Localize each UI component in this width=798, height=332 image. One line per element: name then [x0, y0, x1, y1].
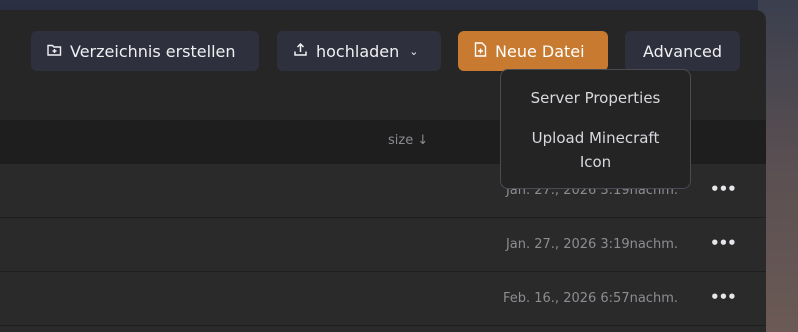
new-file-label: Neue Datei: [495, 41, 585, 61]
create-directory-button[interactable]: Verzeichnis erstellen: [31, 31, 259, 71]
advanced-label: Advanced: [642, 41, 723, 61]
menu-item-server-properties[interactable]: Server Properties: [501, 86, 690, 110]
upload-button[interactable]: hochladen ⌄: [277, 31, 441, 71]
file-manager-panel: size ↓ Jan. 27., 2026 3:19nachm. ••• Jan…: [0, 10, 766, 332]
table-row[interactable]: Feb. 16., 2026 6:57nachm. •••: [0, 272, 766, 326]
upload-label: hochladen: [316, 41, 400, 61]
row-menu-button[interactable]: •••: [710, 236, 737, 251]
upload-icon: [293, 42, 308, 61]
advanced-button[interactable]: Advanced: [625, 31, 740, 71]
create-directory-label: Verzeichnis erstellen: [70, 41, 236, 61]
row-menu-button[interactable]: •••: [710, 182, 737, 197]
table-row[interactable]: Jan. 27., 2026 3:19nachm. •••: [0, 218, 766, 272]
new-file-dropdown: Server Properties Upload Minecraft Icon: [500, 69, 691, 189]
file-plus-icon: [474, 41, 487, 61]
row-menu-button[interactable]: •••: [710, 290, 737, 305]
column-header-size[interactable]: size ↓: [388, 133, 428, 148]
row-date: Feb. 16., 2026 6:57nachm.: [502, 291, 678, 306]
table-row[interactable]: [0, 326, 766, 332]
menu-item-upload-minecraft-icon[interactable]: Upload Minecraft Icon: [501, 126, 690, 174]
new-file-button[interactable]: Neue Datei: [458, 31, 608, 71]
folder-plus-icon: [47, 42, 62, 61]
chevron-down-icon: ⌄: [409, 44, 419, 58]
row-date: Jan. 27., 2026 3:19nachm.: [505, 237, 678, 252]
